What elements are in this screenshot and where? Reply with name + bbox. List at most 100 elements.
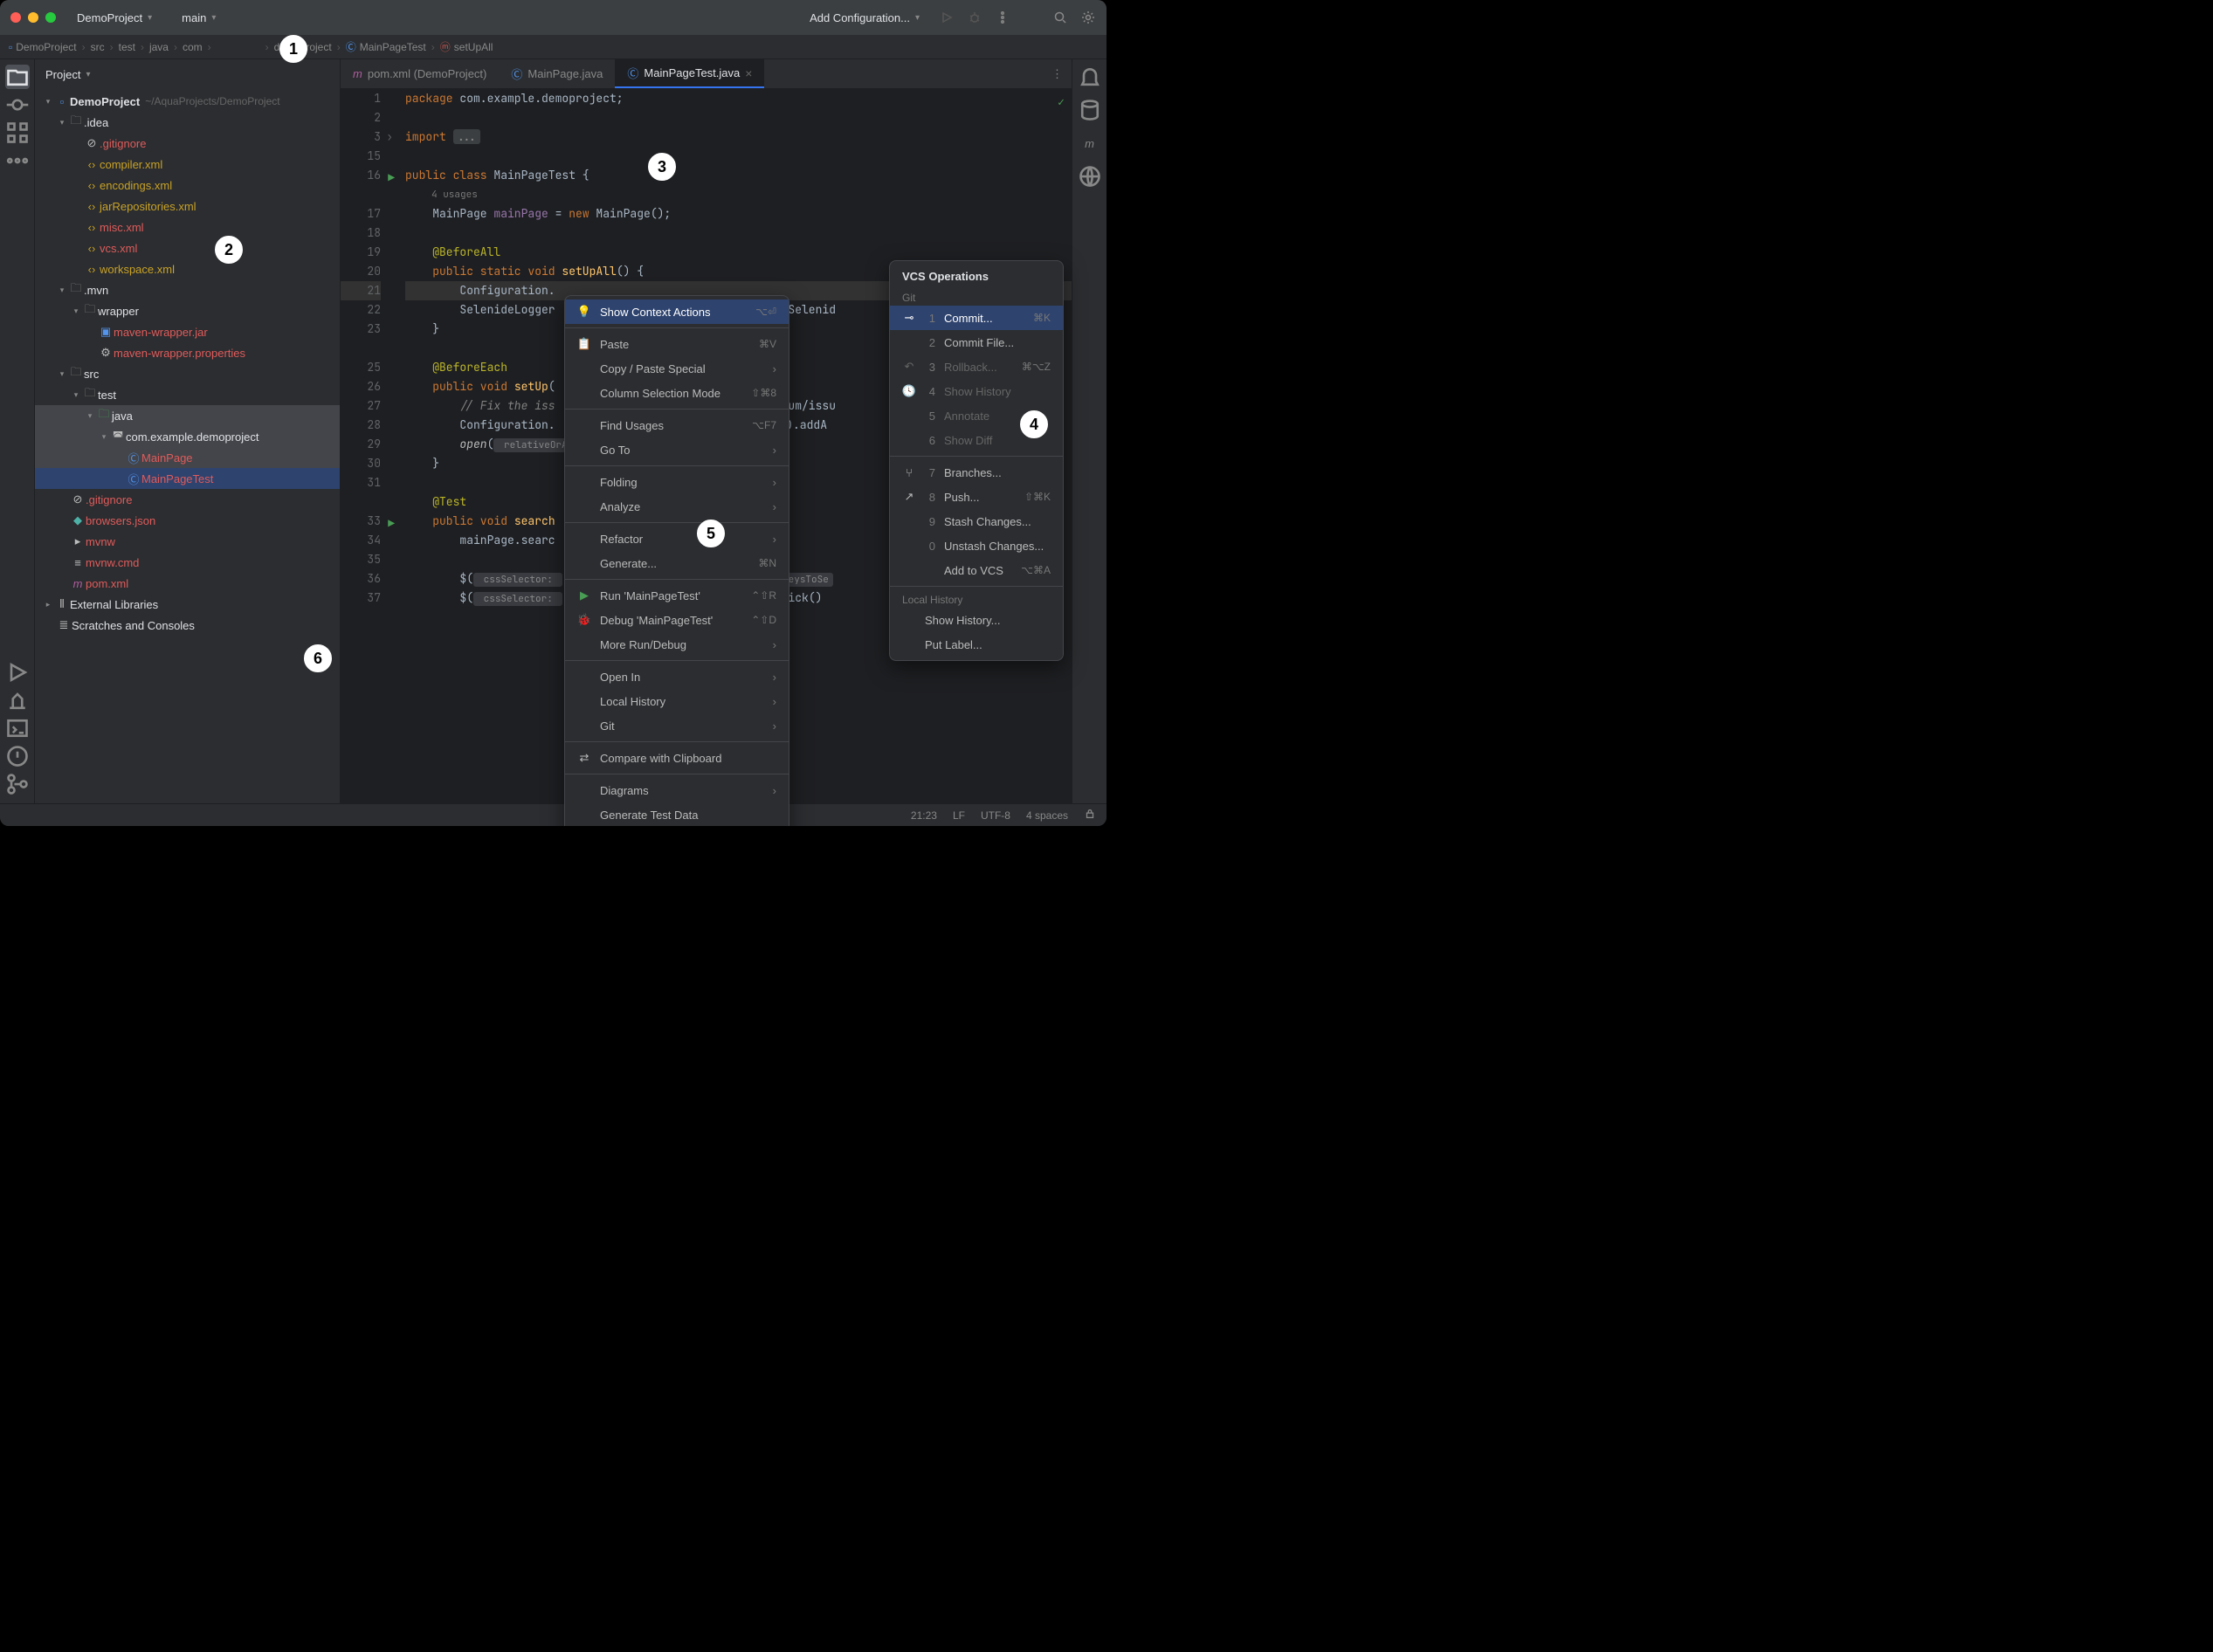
vcs-branches[interactable]: ⑂7Branches... [890,460,1063,485]
maven-icon[interactable]: m [1078,131,1102,155]
tree-folder[interactable]: ▾🗀src [35,363,340,384]
editor-tab[interactable]: ⒸMainPage.java [499,59,615,88]
tree-file[interactable]: ⚙maven-wrapper.properties [35,342,340,363]
vcs-add[interactable]: Add to VCS⌥⌘A [890,558,1063,582]
more-tools-button[interactable] [5,148,30,173]
minimize-window[interactable] [28,12,38,23]
tree-package[interactable]: ▾◚com.example.demoproject [35,426,340,447]
project-tool-button[interactable] [5,65,30,89]
vcs-show-history[interactable]: 🕓4Show History [890,379,1063,403]
tree-folder[interactable]: ▾🗀test [35,384,340,405]
menu-refactor[interactable]: Refactor› [565,527,789,551]
tree-file[interactable]: ‹›encodings.xml [35,175,340,196]
breadcrumb-item[interactable]: Ⓒ MainPageTest [346,39,426,54]
run-config-selector[interactable]: Add Configuration... ▾ [803,8,927,28]
menu-goto[interactable]: Go To› [565,437,789,462]
tree-file[interactable]: ◆browsers.json [35,510,340,531]
vcs-commit[interactable]: ⊸1Commit...⌘K [890,306,1063,330]
breadcrumb-item[interactable]: com [183,41,203,53]
menu-more-run-debug[interactable]: More Run/Debug› [565,632,789,657]
run-button[interactable] [939,10,955,25]
notifications-icon[interactable] [1078,65,1102,89]
search-icon[interactable] [1052,10,1068,25]
line-separator[interactable]: LF [953,809,965,822]
build-tool-button[interactable] [5,688,30,712]
tree-folder[interactable]: ▾🗀wrapper [35,300,340,321]
tree-scratches[interactable]: ≣Scratches and Consoles [35,615,340,636]
problems-tool-button[interactable] [5,744,30,768]
menu-generate-test-data[interactable]: Generate Test Data [565,802,789,826]
tree-file[interactable]: ▣maven-wrapper.jar [35,321,340,342]
breadcrumb-item[interactable]: ▫DemoProject [9,41,77,53]
editor-tab[interactable]: mpom.xml (DemoProject) [341,59,499,88]
tree-file[interactable]: ▸mvnw [35,531,340,552]
vcs-tool-button[interactable] [5,772,30,796]
tree-file[interactable]: ⊘.gitignore [35,489,340,510]
tree-file[interactable]: ‹›jarRepositories.xml [35,196,340,217]
tree-class[interactable]: ⒸMainPage [35,447,340,468]
tree-file[interactable]: ‹›workspace.xml [35,258,340,279]
tree-folder[interactable]: ▾🗀.mvn [35,279,340,300]
breadcrumb-item[interactable]: ⓜ setUpAll [440,39,493,54]
vcs-stash[interactable]: 9Stash Changes... [890,509,1063,533]
tree-file[interactable]: ‹›misc.xml [35,217,340,237]
web-preview-icon[interactable] [1078,164,1102,189]
menu-run[interactable]: ▶Run 'MainPageTest'⌃⇧R [565,583,789,608]
tabs-more-icon[interactable]: ⋮ [1043,59,1072,88]
indent-setting[interactable]: 4 spaces [1026,809,1068,822]
commit-tool-button[interactable] [5,93,30,117]
menu-find-usages[interactable]: Find Usages⌥F7 [565,413,789,437]
close-window[interactable] [10,12,21,23]
branch-selector[interactable]: main ▾ [169,8,223,28]
tree-file[interactable]: ⊘.gitignore [35,133,340,154]
menu-open-in[interactable]: Open In› [565,664,789,689]
menu-folding[interactable]: Folding› [565,470,789,494]
settings-icon[interactable] [1080,10,1096,25]
vcs-local-history[interactable]: Show History... [890,608,1063,632]
menu-local-history[interactable]: Local History› [565,689,789,713]
close-tab-icon[interactable]: × [745,66,752,80]
menu-generate[interactable]: Generate...⌘N [565,551,789,575]
breadcrumb-item[interactable]: java [149,41,169,53]
tree-class[interactable]: ⒸMainPageTest [35,468,340,489]
readonly-lock-icon[interactable] [1084,808,1096,823]
menu-column-selection[interactable]: Column Selection Mode⇧⌘8 [565,381,789,405]
tree-file[interactable]: ‹›vcs.xml [35,237,340,258]
tree-file[interactable]: mpom.xml [35,573,340,594]
left-tool-rail [0,59,35,803]
more-actions[interactable] [995,10,1010,25]
file-encoding[interactable]: UTF-8 [981,809,1010,822]
breadcrumb-item[interactable]: test [119,41,135,53]
vcs-push[interactable]: ↗8Push...⇧⌘K [890,485,1063,509]
menu-compare-clipboard[interactable]: ⇄Compare with Clipboard [565,746,789,770]
menu-show-context-actions[interactable]: 💡Show Context Actions⌥⏎ [565,299,789,324]
menu-diagrams[interactable]: Diagrams› [565,778,789,802]
structure-tool-button[interactable] [5,120,30,145]
panel-header[interactable]: Project ▾ [35,59,340,89]
maximize-window[interactable] [45,12,56,23]
menu-copy-paste-special[interactable]: Copy / Paste Special› [565,356,789,381]
caret-position[interactable]: 21:23 [911,809,937,822]
database-icon[interactable] [1078,98,1102,122]
vcs-rollback[interactable]: ↶3Rollback...⌘⌥Z [890,354,1063,379]
vcs-commit-file[interactable]: 2Commit File... [890,330,1063,354]
inspection-ok-icon[interactable]: ✓ [1058,93,1065,112]
tree-file[interactable]: ≡mvnw.cmd [35,552,340,573]
tree-external-libs[interactable]: ▸⫴External Libraries [35,594,340,615]
menu-paste[interactable]: 📋Paste⌘V [565,332,789,356]
tree-root[interactable]: ▾▫DemoProject~/AquaProjects/DemoProject [35,91,340,112]
editor-tab[interactable]: ⒸMainPageTest.java× [615,59,764,88]
tree-folder[interactable]: ▾🗀.idea [35,112,340,133]
tree-file[interactable]: ‹›compiler.xml [35,154,340,175]
project-selector[interactable]: DemoProject ▾ [70,8,159,28]
breadcrumb-item[interactable]: src [91,41,105,53]
terminal-tool-button[interactable] [5,716,30,740]
menu-analyze[interactable]: Analyze› [565,494,789,519]
tree-folder[interactable]: ▾🗀java [35,405,340,426]
menu-debug[interactable]: 🐞Debug 'MainPageTest'⌃⇧D [565,608,789,632]
debug-button[interactable] [967,10,982,25]
menu-git[interactable]: Git› [565,713,789,738]
run-tool-button[interactable] [5,660,30,685]
vcs-put-label[interactable]: Put Label... [890,632,1063,657]
vcs-unstash[interactable]: 0Unstash Changes... [890,533,1063,558]
